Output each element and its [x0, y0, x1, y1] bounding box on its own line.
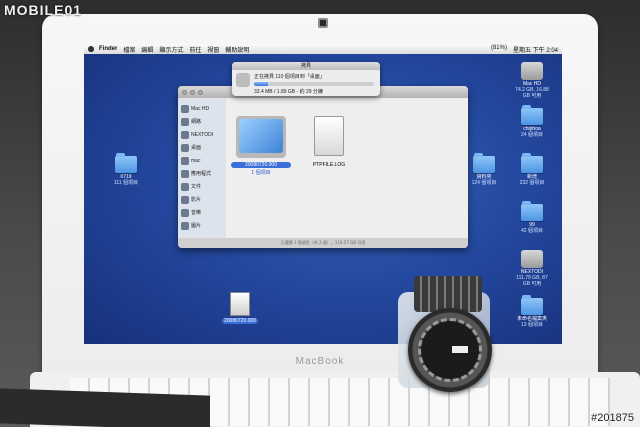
desktop-icon: [181, 143, 189, 152]
menu-edit[interactable]: 編輯: [141, 45, 153, 54]
desktop-drive-icon[interactable]: Mac HD 74.2 GB, 16.88 GB 可用: [512, 62, 552, 99]
sidebar-item-mac-hd[interactable]: Mac HD: [178, 102, 226, 115]
desktop-icon-sub: 74.2 GB, 16.88 GB 可用: [515, 87, 549, 99]
sidebar-item-label: 文件: [191, 184, 202, 190]
zoom-icon[interactable]: [198, 89, 203, 95]
copy-status-text: 正在拷貝 110 個項目到「桌面」: [254, 74, 325, 80]
folder-icon: [521, 153, 543, 173]
film-icon: [181, 195, 189, 204]
sidebar-item-label: 影片: [191, 197, 202, 203]
sidebar-item-label: 桌面: [191, 145, 202, 151]
sidebar-item-label: mac: [191, 157, 201, 164]
menu-view[interactable]: 顯示方式: [159, 45, 183, 54]
folder-icon[interactable]: [236, 116, 286, 158]
desktop-icon-sub: 124 個項目: [471, 180, 497, 186]
isight-camera: [318, 18, 328, 28]
watch-bezel: [418, 318, 482, 382]
sidebar-item-desktop[interactable]: 桌面: [178, 141, 226, 154]
copy-icon: [236, 73, 250, 87]
sidebar-item-movies[interactable]: 影片: [178, 193, 226, 206]
desktop-folder-icon[interactable]: 0719 111 個項目: [106, 153, 146, 186]
folder-icon: [115, 153, 137, 173]
sidebar-item-label: Mac HD: [191, 105, 210, 112]
progress-fill: [254, 82, 269, 86]
desktop-folder-icon[interactable]: 資料夾 124 個項目: [464, 153, 504, 186]
menu-go[interactable]: 前往: [189, 45, 201, 54]
foreground-object: [0, 388, 210, 427]
desktop-icon-sub: 111.79 GB, 87 GB 可用: [516, 275, 548, 287]
desktop-icon-sub: 24 個項目: [521, 132, 543, 138]
desktop-icon-sub: 232 個項目: [519, 180, 545, 186]
minimize-icon[interactable]: [190, 89, 195, 95]
photo-id: #201875: [591, 412, 634, 424]
laptop-brand-label: MacBook: [295, 356, 345, 367]
menu-window[interactable]: 視窗: [207, 45, 219, 54]
folder-icon: [473, 153, 495, 173]
desktop-drive-icon[interactable]: NEXTODI 111.79 GB, 87 GB 可用: [512, 250, 552, 287]
sidebar-item-applications[interactable]: 應用程式: [178, 167, 226, 180]
applications-icon: [181, 169, 189, 178]
file-sub: 1 個項目: [251, 170, 271, 176]
file-name-selected[interactable]: 20080720.000: [231, 162, 291, 168]
copy-progress-dialog[interactable]: 拷貝 正在拷貝 110 個項目到「桌面」 33.4 MB / 1.89 GB -…: [232, 62, 380, 96]
copy-detail-text: 33.4 MB / 1.89 GB - 約 29 分鐘: [254, 89, 323, 95]
globe-icon: [181, 117, 189, 126]
close-icon[interactable]: [182, 89, 187, 95]
document-icon: [230, 292, 250, 316]
sidebar-item-label: 網路: [191, 119, 202, 125]
folder-icon: [521, 201, 543, 221]
desktop-icon-sub: 13 個項目: [521, 322, 543, 328]
desktop-file-label: 20080720.000: [222, 318, 258, 324]
desktop-icon-sub: 111 個項目: [114, 180, 138, 186]
desktop-icon-sub: 42 個項目: [521, 228, 543, 234]
finder-content: 20080720.000 1 個項目 PTPFILE.LOG: [226, 98, 468, 238]
laptop-screen: Finder 檔案 編輯 顯示方式 前往 視窗 輔助說明 (81%) 星期五 下…: [84, 44, 562, 344]
finder-status-bar: 已選擇 1 個項目（共 2 個），119.57 GB 可用: [178, 238, 468, 248]
sidebar-item-label: 圖片: [191, 223, 202, 229]
desktop-folder-icon[interactable]: chiphoa 24 個項目: [512, 105, 552, 138]
menu-file[interactable]: 檔案: [123, 45, 135, 54]
watermark-logo: MOBILE01: [4, 2, 83, 18]
document-icon[interactable]: [314, 116, 344, 156]
music-icon: [181, 208, 189, 217]
home-icon: [181, 156, 189, 165]
finder-window[interactable]: Mac HD 網路 NEXTODI 桌面 mac 應用程式 文件 影片 音樂 圖…: [178, 86, 468, 248]
copy-progress-bar: [254, 82, 374, 86]
apple-icon[interactable]: [88, 46, 94, 52]
sidebar-item-label: NEXTODI: [191, 131, 214, 138]
desktop-folder-icon[interactable]: 99 42 個項目: [512, 201, 552, 234]
watch-bracelet: [414, 276, 482, 312]
folder-icon: [521, 105, 543, 125]
finder-sidebar: Mac HD 網路 NEXTODI 桌面 mac 應用程式 文件 影片 音樂 圖…: [178, 98, 226, 238]
watch-date-window: [452, 346, 468, 353]
menu-app-name[interactable]: Finder: [99, 46, 117, 52]
desktop-folder-icon[interactable]: 新增 232 個項目: [512, 153, 552, 186]
desktop-selected-file[interactable]: 20080720.000: [220, 292, 260, 324]
sidebar-item-label: 音樂: [191, 210, 202, 216]
sidebar-item-documents[interactable]: 文件: [178, 180, 226, 193]
documents-icon: [181, 182, 189, 191]
file-name[interactable]: PTPFILE.LOG: [299, 162, 359, 168]
sidebar-item-label: 應用程式: [191, 171, 212, 177]
drive-icon: [181, 130, 189, 139]
sidebar-item-music[interactable]: 音樂: [178, 206, 226, 219]
sidebar-item-home[interactable]: mac: [178, 154, 226, 167]
sidebar-item-network[interactable]: 網路: [178, 115, 226, 128]
battery-status[interactable]: (81%): [491, 45, 507, 54]
drive-icon: [181, 104, 189, 113]
menu-help[interactable]: 輔助說明: [225, 45, 249, 54]
pictures-icon: [181, 221, 189, 230]
folder-icon: [521, 295, 543, 315]
desktop-folder-icon[interactable]: 未命名檔案夾 13 個項目: [512, 295, 552, 328]
sidebar-item-nextodi[interactable]: NEXTODI: [178, 128, 226, 141]
external-drive-icon: [521, 250, 543, 268]
menu-bar: Finder 檔案 編輯 顯示方式 前往 視窗 輔助說明 (81%) 星期五 下…: [84, 44, 562, 54]
sidebar-item-pictures[interactable]: 圖片: [178, 219, 226, 232]
menu-clock[interactable]: 星期五 下午 2:04: [513, 45, 558, 54]
hard-drive-icon: [521, 62, 543, 80]
dialog-title: 拷貝: [232, 62, 380, 70]
